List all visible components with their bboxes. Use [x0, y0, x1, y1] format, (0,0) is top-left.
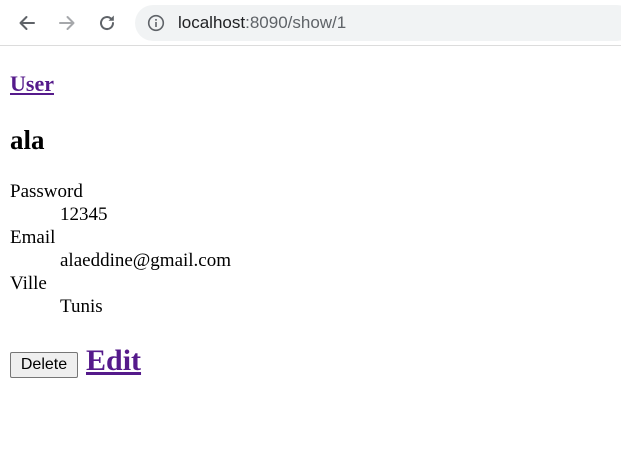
- page-content: User ala Password 12345 Email alaeddine@…: [0, 47, 621, 470]
- ville-label: Ville: [10, 273, 47, 294]
- edit-link[interactable]: Edit: [86, 344, 141, 378]
- address-bar[interactable]: localhost:8090/show/1: [135, 5, 621, 41]
- email-label: Email: [10, 227, 56, 248]
- back-button[interactable]: [11, 7, 43, 39]
- browser-toolbar: localhost:8090/show/1: [0, 0, 621, 46]
- reload-button[interactable]: [91, 7, 123, 39]
- user-details: Password 12345 Email alaeddine@gmail.com…: [10, 180, 231, 318]
- reload-icon: [100, 15, 115, 31]
- info-circle-icon[interactable]: [147, 14, 165, 32]
- password-value: 12345: [60, 204, 108, 225]
- email-value: alaeddine@gmail.com: [60, 250, 232, 271]
- forward-button[interactable]: [51, 7, 83, 39]
- url-text[interactable]: localhost:8090/show/1: [178, 13, 346, 33]
- delete-button[interactable]: Delete: [10, 352, 78, 378]
- url-path: :8090/show/1: [245, 13, 347, 32]
- arrow-right-icon: [59, 16, 75, 30]
- url-host: localhost: [178, 13, 246, 32]
- page-title: ala: [10, 125, 45, 155]
- password-label: Password: [10, 181, 83, 202]
- user-list-link[interactable]: User: [10, 71, 54, 97]
- arrow-left-icon: [19, 16, 35, 30]
- ville-value: Tunis: [60, 296, 103, 317]
